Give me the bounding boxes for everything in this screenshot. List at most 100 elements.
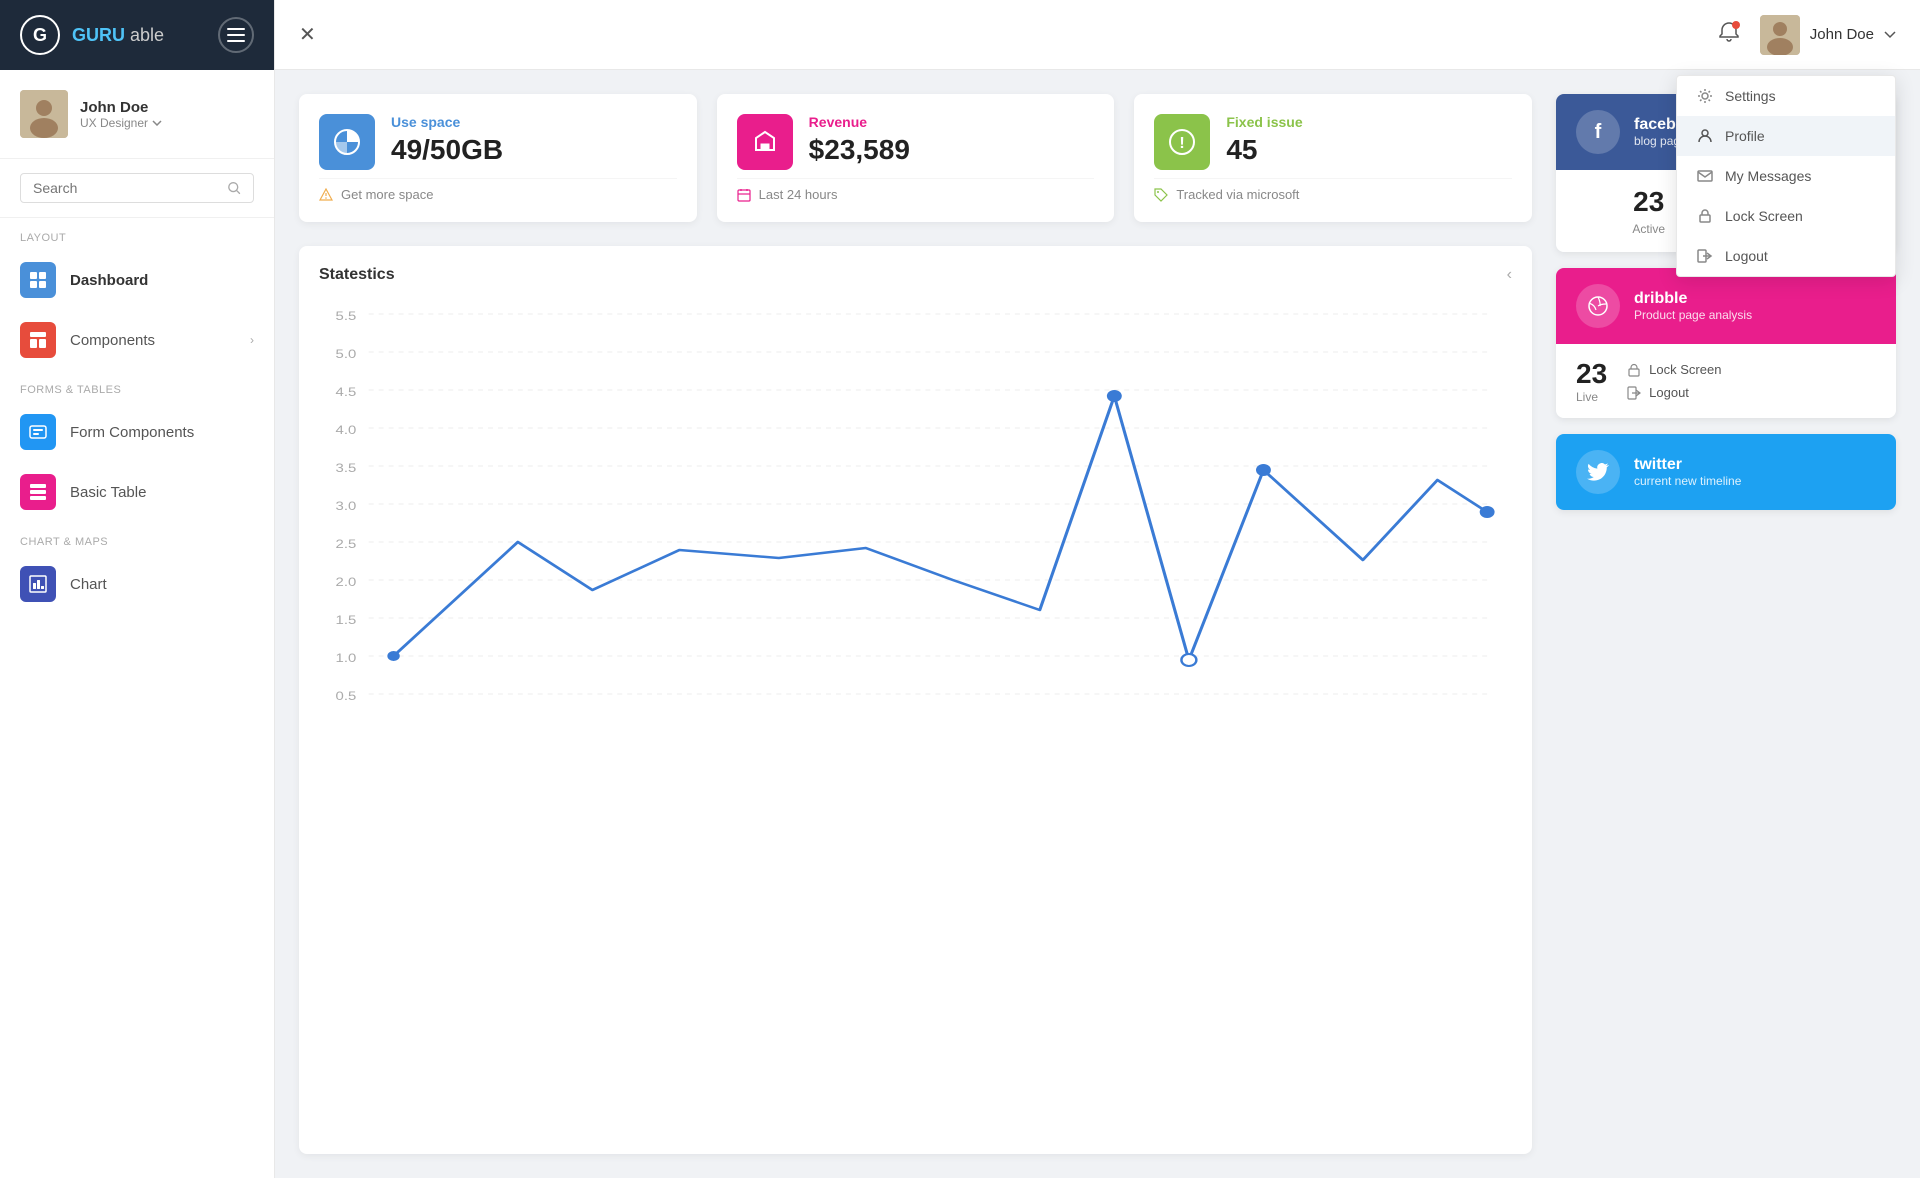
components-icon <box>20 322 56 358</box>
chart-header: Statestics ‹ <box>319 266 1512 284</box>
logout-label: Logout <box>1725 248 1768 264</box>
chart-card: Statestics ‹ 5.5 5.0 4.5 <box>299 246 1532 1154</box>
svg-text:2.5: 2.5 <box>336 537 357 550</box>
twitter-text: twitter current new timeline <box>1634 456 1741 488</box>
forms-section-label: Forms & Tables <box>0 370 274 402</box>
topbar: ✕ John Doe <box>275 0 1920 70</box>
messages-label: My Messages <box>1725 168 1811 184</box>
form-components-icon <box>20 414 56 450</box>
dropdown-profile[interactable]: Profile <box>1677 116 1895 156</box>
dribble-logout-action[interactable]: Logout <box>1627 385 1721 400</box>
revenue-footer-text: Last 24 hours <box>759 187 838 202</box>
gear-icon <box>1697 88 1713 104</box>
basic-table-icon <box>20 474 56 510</box>
dropdown-lock-screen[interactable]: Lock Screen <box>1677 196 1895 236</box>
fixed-issue-footer-text: Tracked via microsoft <box>1176 187 1299 202</box>
dropdown-settings[interactable]: Settings <box>1677 76 1895 116</box>
revenue-icon <box>737 114 793 170</box>
dribble-lock-action[interactable]: Lock Screen <box>1627 362 1721 377</box>
user-dropdown-menu: Settings Profile My Messages <box>1676 75 1896 277</box>
dropdown-logout[interactable]: Logout <box>1677 236 1895 276</box>
logout-icon <box>1697 248 1713 264</box>
use-space-icon <box>319 114 375 170</box>
stat-card-use-space: Use space 49/50GB Get more space <box>299 94 697 222</box>
tag-icon <box>1154 188 1168 202</box>
dribble-live-num: 23 <box>1576 358 1607 390</box>
calendar-icon <box>737 188 751 202</box>
settings-label: Settings <box>1725 88 1776 104</box>
twitter-card: twitter current new timeline <box>1556 434 1896 510</box>
layout-section-label: Layout <box>0 218 274 250</box>
sidebar-item-chart[interactable]: Chart <box>0 554 274 614</box>
dribble-live-stat: 23 Live <box>1576 358 1607 404</box>
sidebar-item-components[interactable]: Components › <box>0 310 274 370</box>
use-space-footer: Get more space <box>319 178 677 202</box>
components-arrow: › <box>250 333 254 347</box>
user-name: John Doe <box>1810 26 1874 43</box>
logo-icon: G <box>20 15 60 55</box>
revenue-value: $23,589 <box>809 134 910 166</box>
twitter-name: twitter <box>1634 456 1741 474</box>
sidebar: G GURU able John Doe UX Designer <box>0 0 275 1178</box>
stat-card-top: Revenue $23,589 <box>737 114 1095 170</box>
stat-card-fixed-issue: ! Fixed issue 45 Tracked via <box>1134 94 1532 222</box>
svg-text:4.0: 4.0 <box>336 423 357 436</box>
components-label: Components <box>70 332 155 349</box>
dropdown-messages[interactable]: My Messages <box>1677 156 1895 196</box>
fixed-issue-info: Fixed issue 45 <box>1226 114 1302 166</box>
dribble-actions: Lock Screen Logout <box>1627 362 1721 400</box>
notification-dot <box>1732 21 1740 29</box>
profile-label: Profile <box>1725 128 1765 144</box>
dashboard-label: Dashboard <box>70 272 148 289</box>
stat-card-top: ! Fixed issue 45 <box>1154 114 1512 170</box>
notification-button[interactable] <box>1718 21 1740 49</box>
dribble-name: dribble <box>1634 290 1752 308</box>
use-space-label: Use space <box>391 114 503 130</box>
svg-text:1.0: 1.0 <box>336 651 357 664</box>
svg-text:0.5: 0.5 <box>336 689 357 702</box>
facebook-icon: f <box>1576 110 1620 154</box>
door-icon <box>1627 386 1641 400</box>
svg-text:3.0: 3.0 <box>336 499 357 512</box>
sidebar-item-basic-table[interactable]: Basic Table <box>0 462 274 522</box>
stat-cards: Use space 49/50GB Get more space <box>299 94 1532 222</box>
chart-toggle-button[interactable]: ‹ <box>1507 266 1512 284</box>
lock-icon <box>1697 208 1713 224</box>
fixed-issue-footer: Tracked via microsoft <box>1154 178 1512 202</box>
svg-text:1.5: 1.5 <box>336 613 357 626</box>
dribble-lock-label: Lock Screen <box>1649 362 1721 377</box>
svg-text:3.5: 3.5 <box>336 461 357 474</box>
dribble-logout-label: Logout <box>1649 385 1689 400</box>
dribble-text: dribble Product page analysis <box>1634 290 1752 322</box>
stat-card-revenue: Revenue $23,589 Last 24 hours <box>717 94 1115 222</box>
facebook-active-num: 23 <box>1633 186 1664 218</box>
chart-area: 5.5 5.0 4.5 4.0 3.5 3.0 2.5 2.0 1.5 1.0 … <box>319 300 1512 720</box>
menu-toggle-button[interactable] <box>218 17 254 53</box>
search-icon <box>227 180 241 196</box>
twitter-header: twitter current new timeline <box>1556 434 1896 510</box>
topbar-right: John Doe Settings <box>1718 15 1896 55</box>
sidebar-header: G GURU able <box>0 0 274 70</box>
lock-small-icon <box>1627 363 1641 377</box>
sidebar-item-dashboard[interactable]: Dashboard <box>0 250 274 310</box>
profile-role[interactable]: UX Designer <box>80 116 162 130</box>
main-area: ✕ John Doe <box>275 0 1920 1178</box>
svg-text:!: ! <box>1180 135 1185 152</box>
form-components-label: Form Components <box>70 424 194 441</box>
topbar-close-button[interactable]: ✕ <box>299 22 316 47</box>
lock-screen-label: Lock Screen <box>1725 208 1803 224</box>
chart-section-label: Chart & Maps <box>0 522 274 554</box>
dribble-card: dribble Product page analysis 23 Live <box>1556 268 1896 418</box>
fixed-issue-value: 45 <box>1226 134 1302 166</box>
use-space-value: 49/50GB <box>391 134 503 166</box>
search-input[interactable] <box>33 180 219 196</box>
search-container <box>0 159 274 218</box>
search-box[interactable] <box>20 173 254 203</box>
sidebar-item-form-components[interactable]: Form Components <box>0 402 274 462</box>
dribble-body: 23 Live Lock Screen <box>1556 344 1896 418</box>
facebook-active-label: Active <box>1632 222 1665 236</box>
user-avatar <box>1760 15 1800 55</box>
svg-text:2.0: 2.0 <box>336 575 357 588</box>
dribble-icon <box>1576 284 1620 328</box>
user-menu-button[interactable]: John Doe <box>1760 15 1896 55</box>
